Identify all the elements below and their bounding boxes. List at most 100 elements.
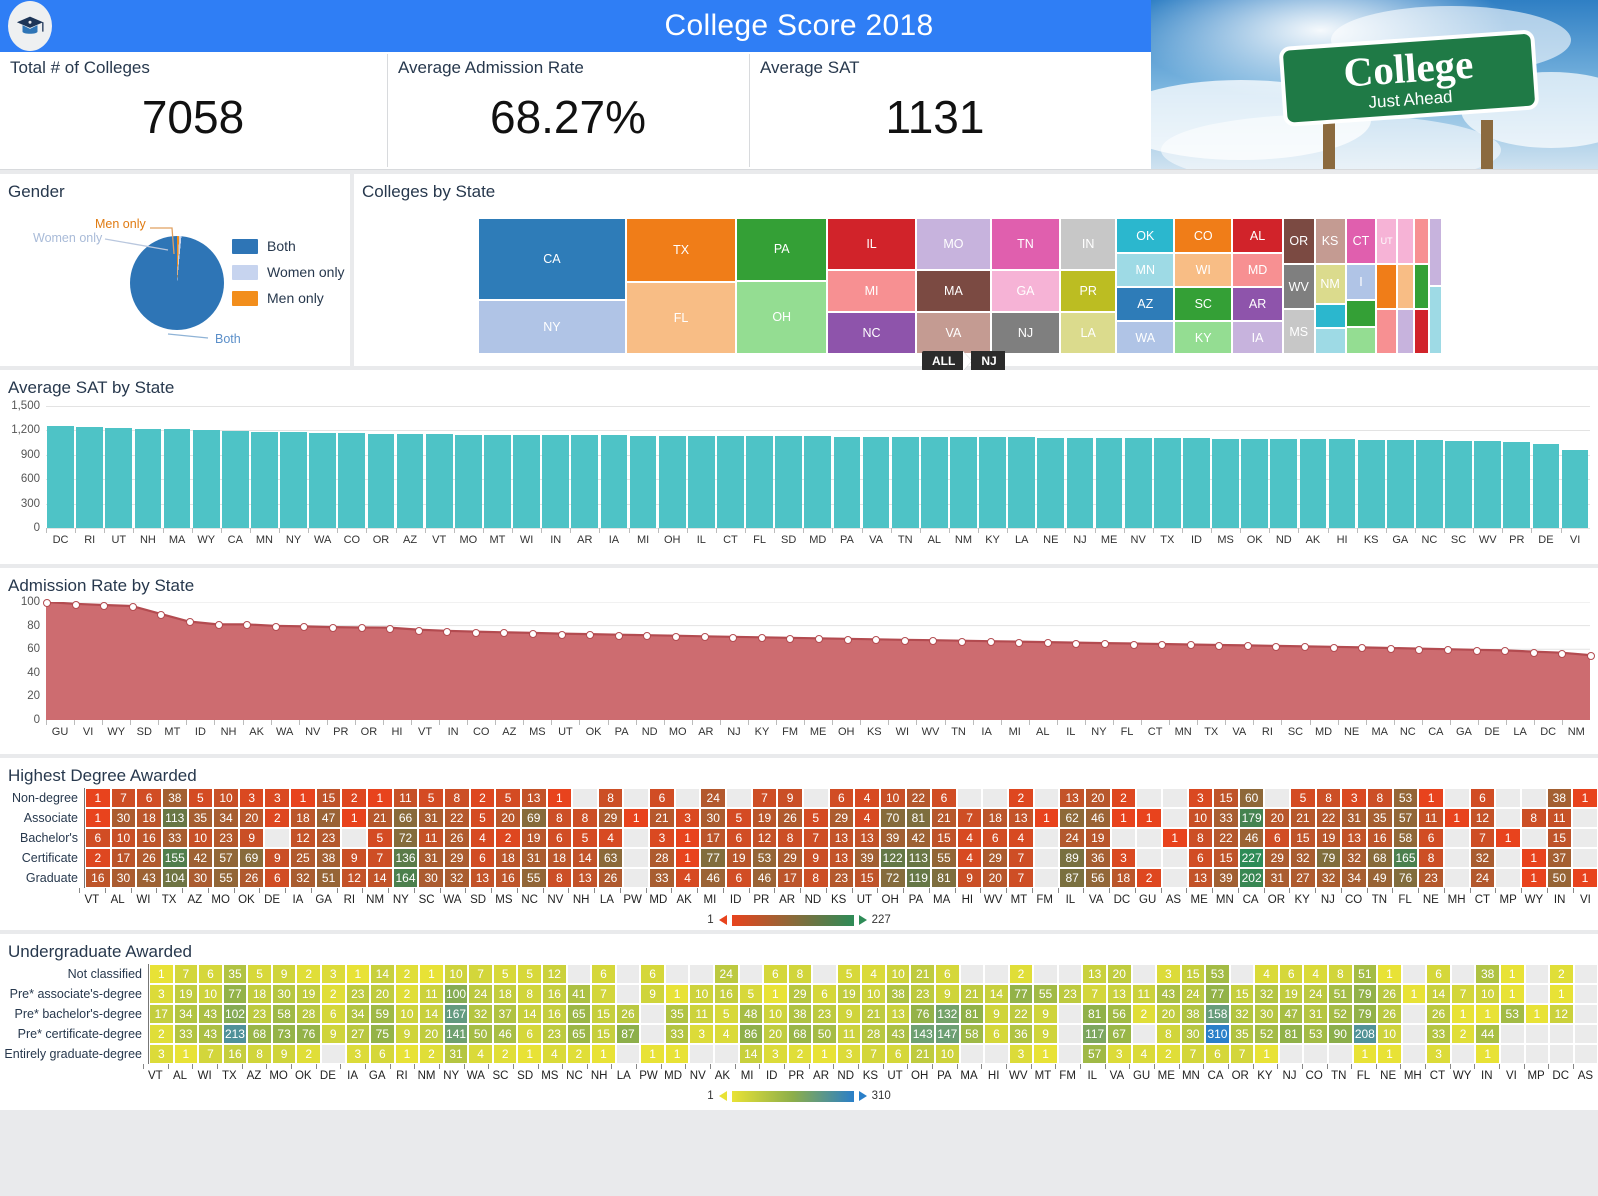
x-tick-label-mn[interactable]: MN [250,534,279,546]
heatmap-cell[interactable]: 81 [905,808,932,828]
heatmap-cell[interactable]: 7 [1469,828,1496,848]
x-tick-label-sc[interactable]: SC [414,894,440,906]
heatmap-cell[interactable]: 13 [572,868,598,888]
x-tick-label-mt[interactable]: MT [158,726,186,738]
heatmap-cell[interactable]: 2 [1110,788,1137,808]
x-tick-label-sc[interactable]: SC [488,1070,513,1082]
x-tick-label-ia[interactable]: IA [340,1070,365,1082]
heatmap-cell[interactable]: 8 [443,788,470,808]
heatmap-cell[interactable]: 9 [777,788,803,808]
heatmap-column-ma[interactable]: 21 81 58 [959,964,985,1064]
x-tick-label-mo[interactable]: MO [664,726,692,738]
heatmap-cell[interactable]: 11 [689,1004,714,1024]
heatmap-cell[interactable]: 26 [443,828,470,848]
heatmap-cell[interactable]: 3 [674,808,701,828]
heatmap-cell[interactable] [1136,788,1162,808]
x-tick-label-ga[interactable]: GA [365,1070,390,1082]
heatmap-column-mn[interactable]: 15 33 22 15 39 [1213,788,1239,888]
heatmap-cell[interactable]: 1 [1475,1044,1500,1064]
heatmap-cell[interactable]: 4 [861,964,886,984]
heatmap-column-sc[interactable]: 5 31 11 31 30 [418,788,444,888]
x-tick-label-mp[interactable]: MP [1524,1070,1549,1082]
heatmap-column-tx[interactable]: 38 113 33 155 104 [161,788,188,888]
heatmap-cell[interactable]: 9 [1033,1004,1058,1024]
treemap-tile-az[interactable]: AZ [1116,287,1175,322]
heatmap-cell[interactable]: 9 [341,848,368,868]
heatmap-cell[interactable]: 8 [247,1044,272,1064]
bar-tn[interactable] [891,436,919,528]
data-point-ny[interactable] [1100,640,1109,649]
x-tick-label-wa[interactable]: WA [308,534,337,546]
heatmap-column-wy[interactable]: 8 11 [1520,788,1547,888]
heatmap-cell[interactable] [1573,1044,1598,1064]
x-tick-label-ne[interactable]: NE [1376,1070,1401,1082]
heatmap-cell[interactable]: 3 [1341,788,1368,808]
x-tick-label-pw[interactable]: PW [636,1070,661,1082]
x-tick-label-mn[interactable]: MN [1179,1070,1204,1082]
heatmap-cell[interactable]: 1 [763,984,788,1004]
x-tick-label-la[interactable]: LA [611,1070,636,1082]
heatmap-cell[interactable]: 164 [392,868,419,888]
heatmap-cell[interactable]: 8 [1367,788,1393,808]
heatmap-cell[interactable]: 5 [517,964,542,984]
heatmap-cell[interactable] [1161,848,1188,868]
data-point-wi[interactable] [900,636,909,645]
heatmap-cell[interactable]: 18 [1110,868,1137,888]
heatmap-cell[interactable]: 23 [1418,868,1444,888]
treemap-tile-wv[interactable]: WV [1282,264,1315,310]
heatmap-cell[interactable] [1401,1024,1427,1044]
heatmap-cell[interactable]: 2 [149,1024,174,1044]
bar-nj[interactable] [1066,437,1094,528]
heatmap-cell[interactable] [713,1044,739,1064]
x-tick-label-al[interactable]: AL [168,1070,193,1082]
treemap-tile-al[interactable]: AL [1232,218,1283,254]
heatmap-cell[interactable]: 179 [1238,808,1265,828]
bar-sc[interactable] [1445,440,1472,528]
heatmap-cell[interactable] [1573,984,1598,1004]
heatmap-cell[interactable]: 6 [649,788,675,808]
x-tick-label-pr[interactable]: PR [1502,534,1531,546]
heatmap-cell[interactable] [1499,1024,1525,1044]
heatmap-cell[interactable]: 1 [1520,868,1547,888]
x-tick-label-nh[interactable]: NH [214,726,242,738]
heatmap-cell[interactable]: 1 [1033,808,1060,828]
x-tick-label-dc[interactable]: DC [1109,894,1135,906]
heatmap-cell[interactable] [1450,964,1476,984]
heatmap-column-hi[interactable]: 7449 [956,788,983,888]
heatmap-cell[interactable]: 1 [1377,964,1402,984]
heatmap-cell[interactable]: 6 [935,964,960,984]
treemap-tile-ma[interactable]: MA [916,269,991,312]
heatmap-cell[interactable]: 30 [418,868,444,888]
x-tick-label-as[interactable]: AS [1161,894,1187,906]
heatmap-cell[interactable]: 6 [1278,964,1304,984]
x-tick-label-in[interactable]: IN [439,726,467,738]
heatmap-cell[interactable]: 21 [649,808,675,828]
heatmap-cell[interactable]: 19 [173,984,199,1004]
x-tick-label-ne[interactable]: NE [1036,534,1065,546]
heatmap-cell[interactable]: 49 [1367,868,1393,888]
heatmap-cell[interactable]: 7 [367,848,393,868]
heatmap-cell[interactable]: 1 [85,788,111,808]
heatmap-cell[interactable]: 37 [492,1004,518,1024]
heatmap-cell[interactable] [1549,1024,1574,1044]
heatmap-cell[interactable] [689,1044,714,1064]
heatmap-column-ar[interactable]: 9 26 8 29 17 [777,788,803,888]
bar-mt[interactable] [484,434,511,528]
heatmap-cell[interactable]: 10 [861,984,886,1004]
treemap-tile-pr[interactable]: PR [1060,269,1117,312]
heatmap-cell[interactable]: 1 [173,1044,199,1064]
heatmap-cell[interactable]: 51 [1328,984,1353,1004]
heatmap-column-me[interactable]: 3 10 8 6 13 [1187,788,1214,888]
heatmap-cell[interactable]: 27 [345,1024,371,1044]
heatmap-column-dc[interactable]: 2 1 3 18 [1110,788,1137,888]
x-tick-label-wv[interactable]: WV [1473,534,1502,546]
x-tick-label-nm[interactable]: NM [949,534,978,546]
heatmap-cell[interactable]: 22 [1213,828,1239,848]
x-tick-label-vt[interactable]: VT [143,1070,168,1082]
x-tick-label-ak[interactable]: AK [243,726,271,738]
heatmap-cell[interactable]: 6 [726,828,752,848]
heatmap-cell[interactable] [566,964,592,984]
treemap-tile-ia[interactable]: IA [1232,321,1283,354]
heatmap-cell[interactable]: 18 [136,808,162,828]
x-tick-label-co[interactable]: CO [1341,894,1367,906]
